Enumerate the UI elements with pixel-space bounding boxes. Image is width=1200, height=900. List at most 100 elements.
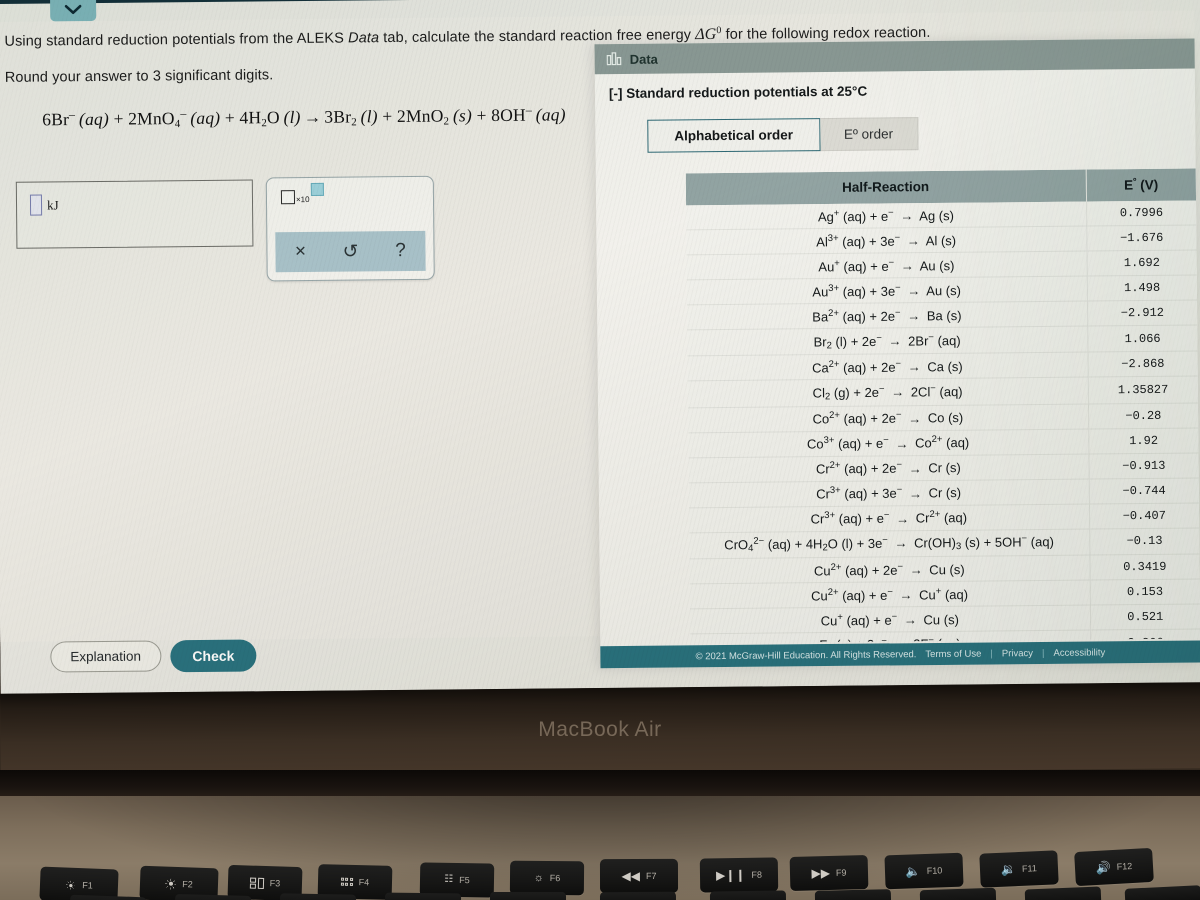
aleks-web-page: Using standard reduction potentials from… [0,0,1200,694]
delta-g-symbol: ΔG [695,25,717,44]
cell-half-reaction: Cu+ (aq) + e− → Cu (s) [689,604,1091,634]
scientific-notation-button[interactable]: ×10 [280,182,324,205]
keyboard-key[interactable] [384,892,462,900]
prompt-text-c: for the following redox reaction. [721,24,931,43]
keyboard-key[interactable] [174,894,252,900]
help-button[interactable]: ? [375,231,425,271]
function-key-label: F3 [269,878,281,889]
standard-reduction-potentials-table: Half-Reaction Eº (V) Ag+ (aq) + e− → Ag … [685,168,1200,644]
redox-equation: 6Br– (aq) + 2MnO4– (aq) + 4H2O (l) → 3Br2 … [42,102,566,131]
cell-half-reaction: Cr3+ (aq) + 3e− → Cr (s) [688,478,1089,508]
keyboard-key[interactable] [599,891,677,900]
cell-half-reaction: Ca2+ (aq) + 2e− → Ca (s) [687,352,1088,382]
cell-half-reaction: Cu2+ (aq) + e− → Cu+ (aq) [689,579,1090,609]
launchpad-icon [340,877,353,886]
cell-standard-potential: −0.744 [1088,477,1199,504]
keyboard-key[interactable] [489,892,567,900]
cell-standard-potential: −0.407 [1088,502,1200,529]
volume-down-icon: 🔉 [1000,862,1017,877]
table-header-row: Half-Reaction Eº (V) [685,168,1197,205]
fast-forward-icon: ▶▶ [811,865,831,881]
function-key-f11[interactable]: 🔉 F11 [979,850,1059,888]
cell-half-reaction: CrO42− (aq) + 4H2O (l) + 3e− → Cr(OH)3 (… [689,528,1090,559]
math-palette: ×10 × ↺ ? [265,175,435,282]
answer-input-box[interactable]: kJ [15,179,254,249]
answer-unit-label: kJ [46,196,59,213]
function-key-f7[interactable]: ◀◀ F7 [599,858,679,894]
clear-button[interactable]: × [275,232,325,272]
cell-standard-potential: 1.692 [1086,249,1197,277]
cell-half-reaction: Cu2+ (aq) + 2e− → Cu (s) [689,554,1090,584]
cell-standard-potential: 0.521 [1089,603,1200,630]
cell-half-reaction: Cr2+ (aq) + 2e− → Cr (s) [688,453,1089,483]
keyboard-key[interactable] [279,893,357,900]
footer-separator-1: | [990,647,993,659]
cell-standard-potential: −0.913 [1088,452,1199,479]
order-tab-group: Alphabetical order Eº order [647,117,919,153]
accessibility-link[interactable]: Accessibility [1053,647,1105,658]
section-header: [-] Standard reduction potentials at 25°… [608,83,868,102]
function-key-label: F7 [645,870,657,881]
potentials-table-scroll[interactable]: Half-Reaction Eº (V) Ag+ (aq) + e− → Ag … [685,168,1200,644]
chevron-down-icon [64,4,82,14]
brightness-down-icon [66,880,75,889]
question-prompt-line-2: Round your answer to 3 significant digit… [4,67,274,86]
cell-half-reaction: Au3+ (aq) + 3e− → Au (s) [686,276,1087,305]
cell-half-reaction: Co2+ (aq) + 2e− → Co (s) [688,403,1089,433]
function-key-label: F5 [459,875,470,886]
answer-input-row: kJ [29,194,59,216]
browser-top-bar [0,0,1200,4]
panel-footer: © 2021 McGraw-Hill Education. All Rights… [600,640,1200,669]
tab-data[interactable]: Data [595,44,670,75]
function-key-f9[interactable]: ▶▶ F9 [789,855,869,891]
tab-eo-order[interactable]: Eº order [819,117,919,152]
prompt-text-italic: Data [348,30,380,47]
keyboard-key[interactable] [814,888,892,900]
cell-half-reaction: Al3+ (aq) + 3e− → Al (s) [686,226,1087,255]
cell-half-reaction: Br2 (l) + 2e− → 2Br− (aq) [687,326,1088,357]
cell-half-reaction: Ag+ (aq) + e− → Ag (s) [686,201,1087,230]
function-key-label: F10 [926,865,943,876]
function-key-f8[interactable]: ▶❙❙ F8 [699,857,779,893]
explanation-button[interactable]: Explanation [50,640,162,673]
function-key-f10[interactable]: 🔈 F10 [884,852,964,890]
brightness-up-icon [165,878,176,889]
function-key-label: F8 [751,869,762,880]
cell-standard-potential: 1.066 [1087,324,1198,353]
table-header: Half-Reaction Eº (V) [685,168,1197,205]
collapse-toggle-button[interactable] [50,0,97,22]
play-pause-icon: ▶❙❙ [715,867,746,883]
cell-standard-potential: 1.92 [1088,427,1199,454]
keyboard-key[interactable] [1124,885,1200,900]
cell-standard-potential: −0.13 [1089,527,1200,555]
function-key-f6[interactable]: ☼ F6 [509,860,585,896]
check-button[interactable]: Check [170,639,257,673]
function-key-label: F6 [549,873,561,884]
laptop-display: Using standard reduction potentials from… [0,0,1200,694]
terms-of-use-link[interactable]: Terms of Use [925,648,981,660]
privacy-link[interactable]: Privacy [1002,648,1033,659]
keyboard-key[interactable] [709,890,787,900]
times-ten-label: ×10 [295,194,310,205]
keyboard-backlight-down-icon: ☷ [444,873,454,885]
bar-chart-icon [606,52,622,66]
rewind-icon: ◀◀ [621,868,640,884]
cell-standard-potential: −2.868 [1087,351,1198,378]
keyboard-key[interactable] [919,887,997,900]
undo-button[interactable]: ↺ [325,231,375,271]
cell-standard-potential: 0.153 [1089,578,1200,605]
prompt-text-a: Using standard reduction potentials from… [4,30,349,50]
answer-value-field[interactable] [29,194,43,216]
photographed-laptop-screen: Using standard reduction potentials from… [0,0,1200,900]
cell-half-reaction: Cr3+ (aq) + e− → Cr2+ (aq) [688,503,1090,533]
keyboard-key[interactable] [1024,886,1102,900]
table-body: Ag+ (aq) + e− → Ag (s) 0.7996 Al3+ (aq) + … [686,199,1200,644]
cell-half-reaction: Co3+ (aq) + e− → Co2+ (aq) [688,428,1089,458]
cell-standard-potential: 1.35827 [1087,376,1198,404]
tab-alphabetical-order[interactable]: Alphabetical order [647,118,821,153]
function-key-f12[interactable]: 🔊 F12 [1074,847,1154,887]
tab-data-label: Data [629,51,658,67]
footer-separator-2: | [1041,647,1045,659]
cell-half-reaction: Au+ (aq) + e− → Au (s) [686,251,1087,280]
function-key-label: F12 [1116,860,1133,872]
